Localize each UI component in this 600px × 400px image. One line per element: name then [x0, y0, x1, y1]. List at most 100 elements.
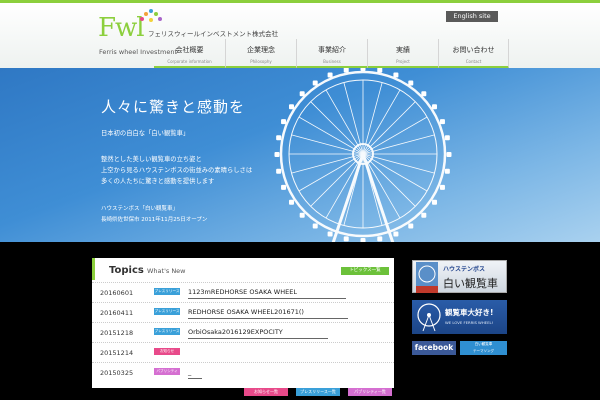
love-banner-label: 観覧車大好き! [445, 308, 494, 317]
wheel-spoke [362, 89, 401, 155]
wheel-spoke [310, 101, 364, 155]
wheel-spoke [362, 101, 416, 155]
wheel-gondola [377, 68, 383, 73]
topic-row[interactable]: 20151214 お知らせ [92, 342, 394, 360]
wheel-spoke [362, 153, 435, 174]
wheel-gondola [444, 135, 450, 141]
nav-label-jp: 会社概要 [175, 46, 204, 54]
hero-text-line: 日本初の自白な「白い観覧車」 [101, 130, 190, 137]
wheel-spoke [343, 82, 364, 155]
logo-dot [149, 9, 153, 13]
topics-title: Topics [109, 265, 144, 276]
wheel-gondola [432, 199, 438, 205]
company-name-jp: フェリスウィールインベストメント株式会社 [148, 30, 279, 38]
notice-list-button[interactable]: お知らせ一覧 [244, 388, 288, 396]
topic-link[interactable]: REDHORSE OSAKA WHEEL201671() [188, 308, 304, 316]
huis-ten-bosch-banner[interactable]: ハウステンボス 白い観覧車 [412, 260, 507, 293]
topic-row[interactable]: 20160601 プレスリリース 1123mREDHORSE OSAKA WHE… [92, 282, 394, 300]
wheel-gondola [360, 238, 366, 242]
nav-label-en: Philosophy [250, 59, 272, 64]
site-header: Fwl フェリスウィールインベストメント株式会社 Ferris wheel In… [0, 0, 600, 69]
topic-underline [188, 298, 346, 299]
nav-item-philosophy[interactable]: 企業理念 Philosophy [225, 39, 296, 69]
wheel-gondola [327, 231, 333, 237]
logo-dot [140, 17, 144, 21]
theme-song-line2: テーマソング [473, 349, 494, 353]
logo-dot [149, 18, 153, 22]
topic-date: 20160601 [100, 289, 134, 297]
topic-row[interactable]: 20151218 プレスリリース OrbiOsaka2016129EXPOCIT… [92, 322, 394, 340]
hts-banner-sub: 白い観覧車 [443, 277, 498, 290]
wheel-gondola [288, 199, 294, 205]
love-banner-sub: WE LOVE FERRIS WHEEL! [445, 320, 494, 325]
topics-all-button[interactable]: トピックス一覧 [341, 267, 389, 275]
wheel-gondola [281, 119, 287, 125]
nav-label-jp: 実績 [396, 46, 410, 54]
nav-label-en: Business [323, 59, 341, 64]
wheel-gondola [408, 223, 414, 229]
wheel-gondola [377, 236, 383, 242]
wheel-gondola [439, 184, 445, 190]
hero-banner: 人々に驚きと感動を 日本初の自白な「白い観覧車」 整然とした美しい観覧車の立ち姿… [0, 68, 600, 242]
wheel-gondola [408, 80, 414, 86]
topics-subtitle: What's New [147, 267, 186, 275]
wheel-gondola [312, 80, 318, 86]
topic-row[interactable]: 20150325 パブリシティ _ [92, 362, 394, 380]
topic-date: 20160411 [100, 309, 134, 317]
hero-title: 人々に驚きと感動を [101, 98, 246, 116]
logo-dot [154, 12, 158, 16]
theme-song-button[interactable]: 白い観覧車 テーマソング [460, 341, 507, 355]
hero-caption: ハウステンボス「白い観覧車」 [101, 206, 179, 212]
wheel-gondola [439, 119, 445, 125]
wheel-gondola [312, 223, 318, 229]
topic-badge: プレスリリース [154, 288, 180, 295]
topic-underline [188, 338, 328, 339]
wheel-gondola [281, 184, 287, 190]
topic-date: 20151214 [100, 349, 134, 357]
wheel-spoke [325, 89, 364, 155]
wheel-gondola [327, 72, 333, 78]
main-nav: 会社概要 Corporate information 企業理念 Philosop… [154, 39, 509, 69]
wheel-spoke [291, 153, 364, 174]
wheel-gondola [343, 68, 349, 73]
wheel-gondola [343, 236, 349, 242]
wheel-gondola [432, 104, 438, 110]
nav-item-contact[interactable]: お問い合わせ Contact [438, 39, 509, 69]
wheel-spoke [362, 134, 435, 155]
wheel-gondola [274, 152, 280, 157]
wheel-spoke [298, 116, 364, 155]
topic-badge: お知らせ [154, 348, 180, 355]
topics-panel: Topics What's New トピックス一覧 20160601 プレスリリ… [92, 258, 394, 388]
hero-text-line: 多くの人たちに驚きと感動を提供します [101, 178, 215, 185]
nav-item-business[interactable]: 事業紹介 Business [296, 39, 367, 69]
topic-underline [188, 318, 348, 319]
topic-badge: プレスリリース [154, 308, 180, 315]
nav-label-jp: 企業理念 [247, 46, 275, 54]
topic-link[interactable]: _ [188, 368, 191, 376]
logo-dot [158, 17, 162, 21]
publicity-list-button[interactable]: パブリシティ一覧 [348, 388, 392, 396]
nav-label-en: Project [396, 59, 410, 64]
wheel-gondola [446, 152, 452, 157]
nav-label-jp: 事業紹介 [318, 46, 346, 54]
facebook-button[interactable]: facebook [412, 341, 456, 355]
nav-item-company[interactable]: 会社概要 Corporate information [154, 39, 225, 69]
logo-dots-icon [138, 9, 162, 23]
wheel-icon [417, 303, 441, 332]
hero-text-line: 上空から見るハウステンボスの街並みの素晴らしさは [101, 167, 253, 174]
hts-banner-label: ハウステンボス [443, 266, 486, 273]
topic-link[interactable]: OrbiOsaka2016129EXPOCITY [188, 328, 283, 336]
press-list-button[interactable]: プレスリリース一覧 [296, 388, 340, 396]
nav-item-project[interactable]: 実績 Project [367, 39, 438, 69]
topic-row[interactable]: 20160411 プレスリリース REDHORSE OSAKA WHEEL201… [92, 302, 394, 320]
topic-underline [188, 378, 202, 379]
wheel-gondola [288, 104, 294, 110]
english-site-button[interactable]: English site [446, 11, 498, 22]
nav-label-jp: お問い合わせ [452, 46, 495, 54]
theme-song-line1: 白い観覧車 [474, 342, 493, 346]
nav-label-en: Contact [465, 59, 482, 64]
ferris-wheel-image [274, 68, 452, 242]
wheel-gondola [421, 91, 427, 97]
love-ferris-wheel-banner[interactable]: 観覧車大好き! WE LOVE FERRIS WHEEL! [412, 300, 507, 334]
topic-link[interactable]: 1123mREDHORSE OSAKA WHEEL [188, 288, 297, 296]
